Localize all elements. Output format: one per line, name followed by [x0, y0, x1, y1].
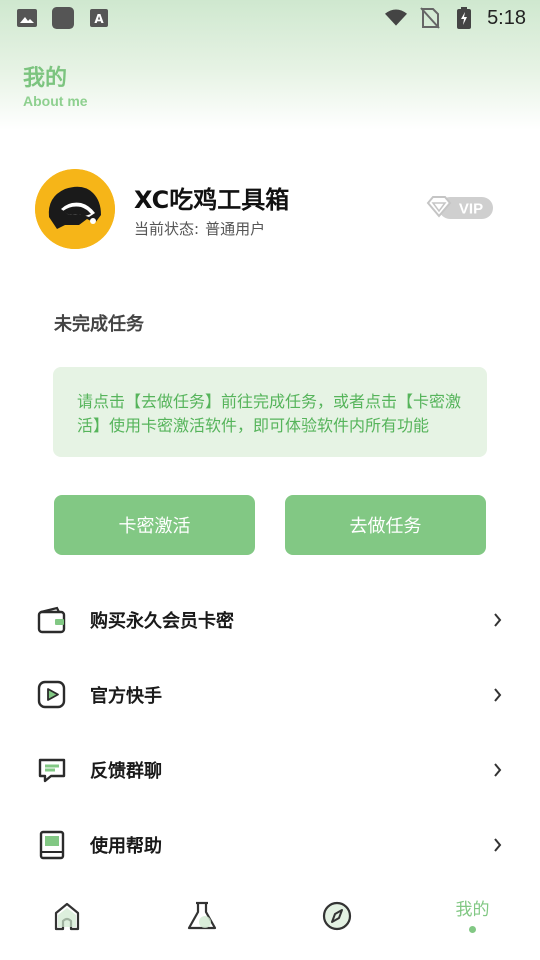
- menu-item-official-kuaishou[interactable]: 官方快手: [0, 665, 540, 725]
- status-value: 普通用户: [205, 220, 266, 238]
- app-square-icon: [52, 7, 74, 29]
- chat-bubble-icon: [37, 755, 67, 785]
- menu-item-help[interactable]: 使用帮助: [0, 815, 540, 875]
- flask-icon: [185, 899, 219, 933]
- image-icon: [16, 7, 38, 29]
- chevron-right-icon: [490, 685, 504, 705]
- status-label: 当前状态:: [134, 220, 200, 238]
- tab-home[interactable]: [0, 885, 135, 960]
- helmet-avatar-icon: [35, 169, 115, 249]
- page-subtitle: About me: [23, 93, 88, 109]
- tab-lab[interactable]: [135, 885, 270, 960]
- menu-item-label: 反馈群聊: [90, 761, 162, 782]
- chevron-right-icon: [490, 760, 504, 780]
- bottom-nav: 我的: [0, 885, 540, 960]
- home-icon: [50, 899, 84, 933]
- battery-charging-icon: [453, 7, 475, 29]
- book-icon: [37, 830, 67, 860]
- menu-item-feedback-group[interactable]: 反馈群聊: [0, 740, 540, 800]
- chevron-right-icon: [490, 835, 504, 855]
- tab-me[interactable]: 我的: [405, 885, 540, 960]
- task-notice: 请点击【去做任务】前往完成任务，或者点击【卡密激活】使用卡密激活软件，即可体验软…: [53, 367, 487, 457]
- wifi-icon: [385, 7, 408, 29]
- vip-badge-label: VIP: [459, 201, 483, 218]
- status-time: 5:18: [487, 6, 526, 29]
- avatar[interactable]: [35, 169, 115, 249]
- menu-item-label: 使用帮助: [90, 836, 162, 857]
- page-title: 我的: [23, 66, 68, 91]
- font-a-icon: A: [88, 7, 110, 29]
- wallet-icon: [37, 605, 67, 635]
- vip-badge[interactable]: VIP: [425, 194, 495, 222]
- menu-item-buy-membership[interactable]: 购买永久会员卡密: [0, 590, 540, 650]
- menu-item-label: 购买永久会员卡密: [90, 611, 234, 632]
- tab-discover[interactable]: [270, 885, 405, 960]
- status-bar: A 5:18: [0, 0, 540, 36]
- no-sim-icon: [419, 7, 441, 29]
- do-task-button[interactable]: 去做任务: [285, 495, 486, 555]
- menu-item-label: 官方快手: [90, 686, 162, 707]
- compass-icon: [320, 899, 354, 933]
- section-title-unfinished-tasks: 未完成任务: [54, 314, 144, 335]
- profile-status: 当前状态: 普通用户: [134, 218, 265, 239]
- video-play-icon: [37, 680, 67, 710]
- tab-me-label: 我的: [455, 900, 490, 920]
- activate-card-button[interactable]: 卡密激活: [54, 495, 255, 555]
- profile-name: XC吃鸡工具箱: [134, 186, 290, 214]
- active-indicator-dot: [469, 926, 476, 933]
- chevron-right-icon: [490, 610, 504, 630]
- svg-text:A: A: [94, 12, 104, 26]
